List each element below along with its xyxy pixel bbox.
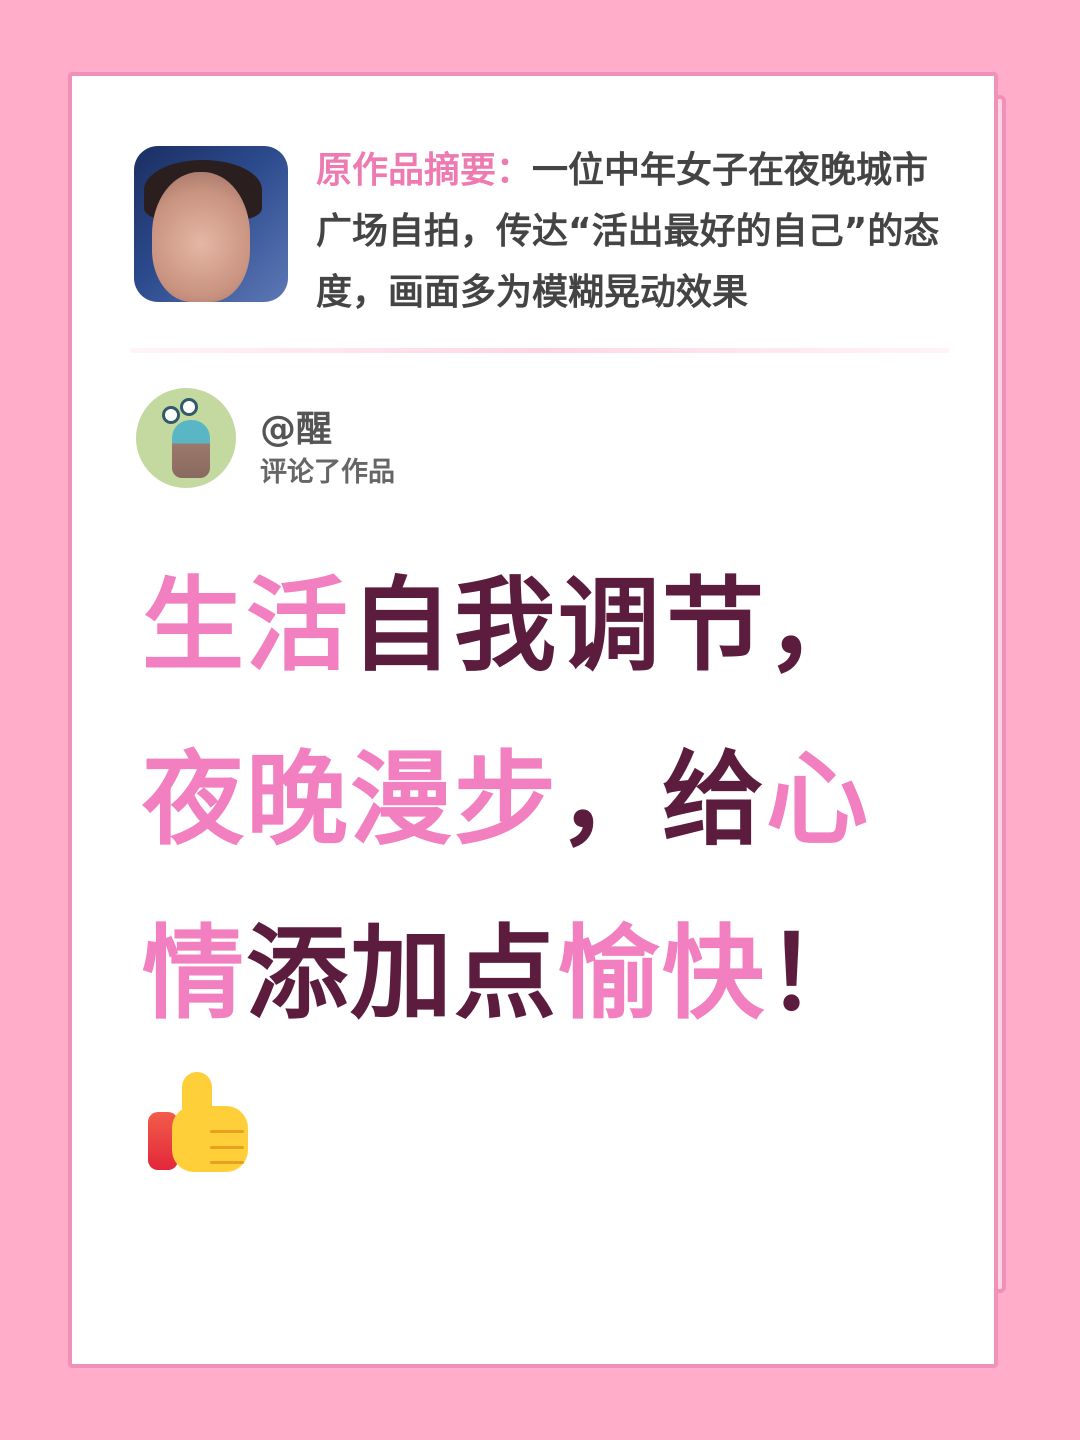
headline-segment: 愉快 [558, 915, 766, 1034]
headline-segment: 生活 [142, 567, 350, 686]
headline-segment: 自我调节， [350, 567, 870, 686]
original-work-summary: 原作品摘要：一位中年女子在夜晚城市广场自拍，传达“活出最好的自己”的态度，画面多… [134, 146, 954, 313]
headline-segment: ，给 [558, 741, 766, 860]
commenter-username[interactable]: @醒 [260, 400, 332, 452]
original-video-thumbnail[interactable] [134, 146, 288, 302]
commenter-info: @醒 评论了作品 [136, 388, 636, 488]
thumbs-up-icon [146, 1072, 256, 1176]
comment-action-text: 评论了作品 [260, 457, 395, 488]
headline-segment: 夜晚漫步 [142, 741, 558, 860]
headline-segment: ！ [766, 915, 870, 1034]
headline-segment: 添加点 [246, 915, 558, 1034]
comment-headline: 生活自我调节， 夜晚漫步，给心情添加点愉快！ [142, 540, 962, 1062]
summary-label: 原作品摘要： [316, 150, 533, 191]
summary-text: 原作品摘要：一位中年女子在夜晚城市广场自拍，传达“活出最好的自己”的态度，画面多… [316, 140, 956, 323]
avatar[interactable] [136, 388, 236, 488]
divider [130, 348, 950, 353]
